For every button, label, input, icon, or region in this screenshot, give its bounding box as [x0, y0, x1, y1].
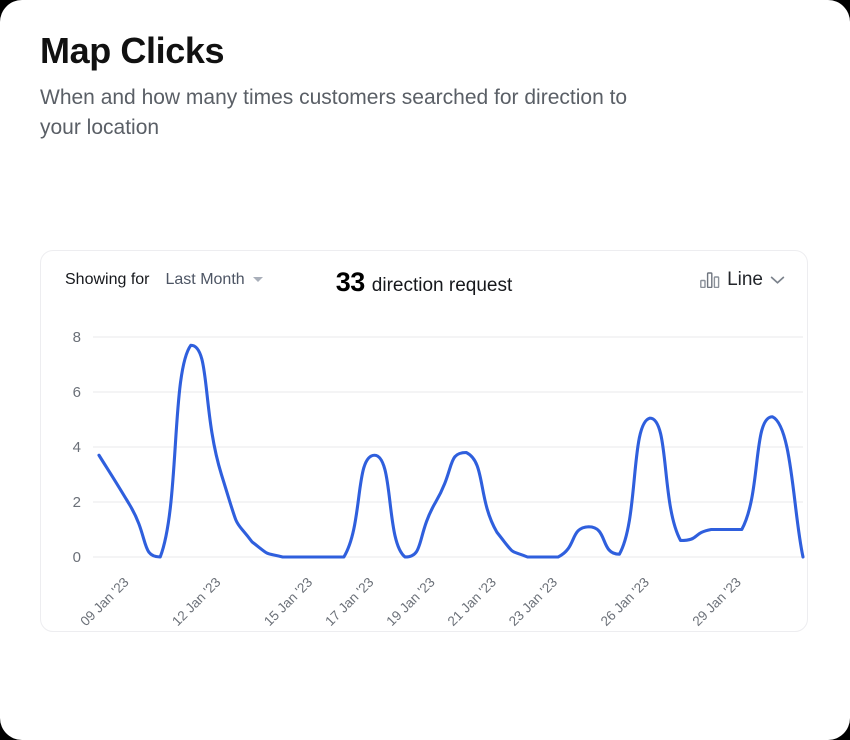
svg-text:2: 2 [73, 494, 81, 511]
svg-text:17 Jan '23: 17 Jan '23 [322, 575, 376, 629]
svg-text:6: 6 [73, 384, 81, 401]
page-header: Map Clicks When and how many times custo… [40, 30, 740, 143]
chevron-down-icon [252, 276, 263, 282]
svg-text:15 Jan '23: 15 Jan '23 [261, 575, 315, 629]
page-subtitle: When and how many times customers search… [40, 86, 628, 140]
page-title: Map Clicks [40, 30, 225, 71]
svg-text:23 Jan '23: 23 Jan '23 [506, 575, 560, 629]
svg-text:29 Jan '23: 29 Jan '23 [690, 575, 744, 629]
svg-text:0: 0 [73, 549, 81, 566]
x-axis-labels: 09 Jan '23 12 Jan '23 15 Jan '23 17 Jan '23… [77, 575, 744, 629]
direction-request-stat: 33 direction request [336, 267, 513, 298]
svg-text:19 Jan '23: 19 Jan '23 [383, 575, 437, 629]
stat-label: direction request [371, 275, 513, 296]
line-chart: 0 2 4 6 8 09 Jan '23 12 Jan '23 15 Jan '23 17 J… [73, 329, 805, 629]
date-range-dropdown[interactable]: Last Month [166, 271, 263, 289]
gridlines [93, 336, 803, 558]
svg-text:26 Jan '23: 26 Jan '23 [598, 575, 652, 629]
showing-for-group: Showing for Last Month [65, 271, 263, 289]
stat-count: 33 [335, 267, 366, 297]
y-axis-labels: 0 2 4 6 8 [73, 329, 81, 566]
chart-type-dropdown[interactable]: Line [700, 269, 785, 291]
map-clicks-card: Showing for Last Month 33 direction requ… [40, 250, 808, 632]
app-page: Map Clicks When and how many times custo… [0, 0, 850, 740]
svg-text:12 Jan '23: 12 Jan '23 [169, 575, 223, 629]
svg-text:09 Jan '23: 09 Jan '23 [77, 575, 131, 629]
chevron-down-icon [770, 276, 785, 284]
card-header: Showing for Last Month 33 direction requ… [41, 251, 807, 309]
series-line-direction-requests [97, 343, 805, 559]
chart-type-label: Line [727, 269, 763, 290]
bar-chart-icon [700, 272, 720, 288]
svg-text:4: 4 [73, 439, 81, 456]
showing-for-label: Showing for [65, 271, 150, 288]
svg-text:8: 8 [73, 329, 81, 346]
date-range-value: Last Month [165, 271, 245, 288]
chart-plot-area: 0 2 4 6 8 09 Jan '23 12 Jan '23 15 Jan '23 17 J… [41, 309, 807, 631]
svg-text:21 Jan '23: 21 Jan '23 [445, 575, 499, 629]
